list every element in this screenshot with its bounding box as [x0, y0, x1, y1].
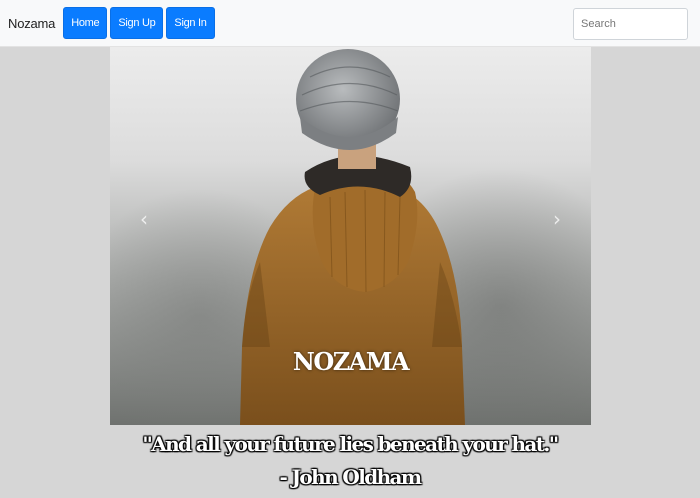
sign-up-button[interactable]: Sign Up — [110, 7, 164, 39]
sign-in-button[interactable]: Sign In — [166, 7, 215, 39]
search-input[interactable] — [573, 8, 688, 40]
carousel-caption: NOZAMA — [292, 347, 410, 376]
home-button[interactable]: Home — [63, 7, 108, 39]
chevron-right-icon[interactable]: › — [553, 207, 561, 231]
chevron-left-icon[interactable]: ‹ — [140, 207, 148, 231]
hero-carousel: ‹ › NOZAMA — [110, 47, 591, 425]
quote-text: "And all your future lies beneath your h… — [142, 432, 559, 456]
quote-author: - John Oldham — [279, 465, 423, 489]
quote-block: "And all your future lies beneath your h… — [0, 428, 700, 494]
navbar: Nozama Home Sign Up Sign In — [0, 0, 700, 47]
brand-link[interactable]: Nozama — [8, 16, 55, 31]
